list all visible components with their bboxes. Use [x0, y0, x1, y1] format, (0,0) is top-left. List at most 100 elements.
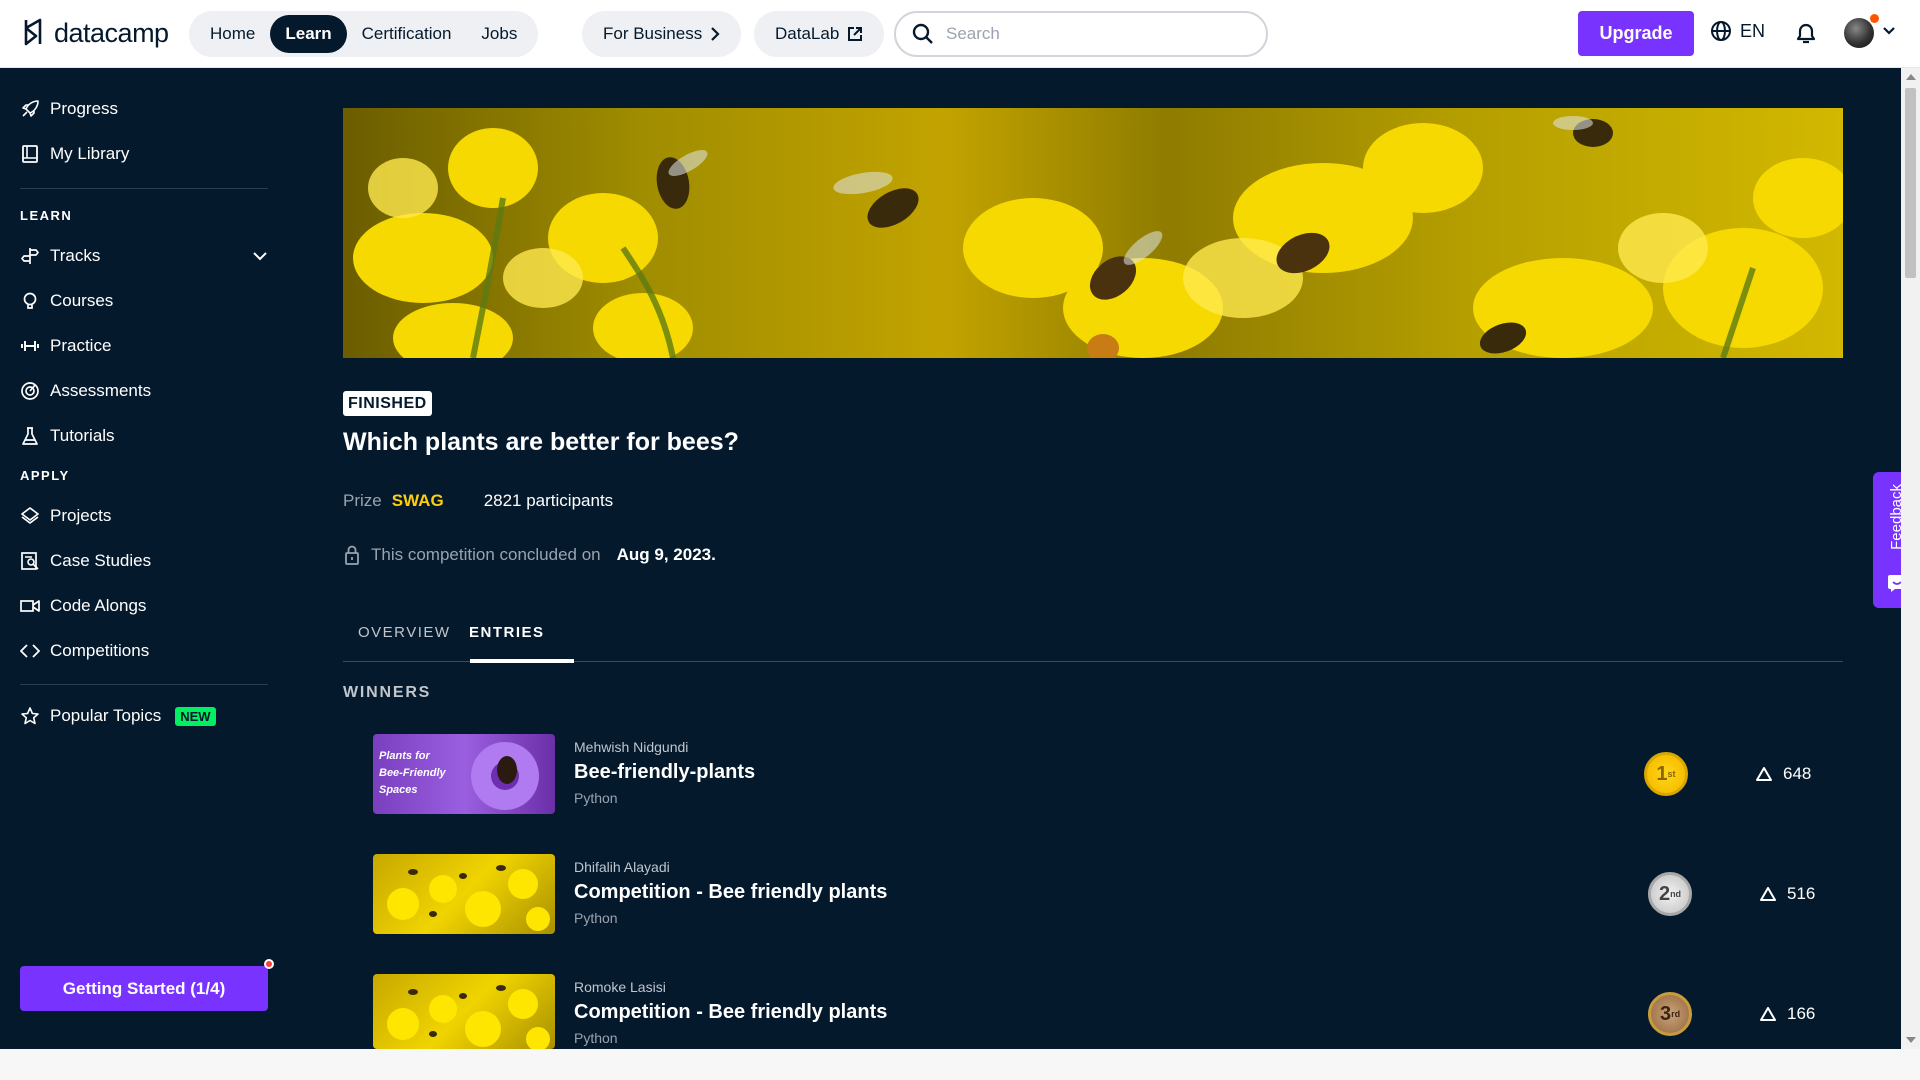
sidebar-item-progress[interactable]: Progress: [20, 99, 118, 119]
thumbnail-caption: Plants for Bee-Friendly Spaces: [379, 750, 446, 796]
sidebar-label-courses: Courses: [50, 291, 114, 310]
sidebar-divider: [20, 684, 268, 685]
nav-learn[interactable]: Learn: [270, 15, 347, 53]
bees-flowers-image: [387, 985, 550, 1049]
page-scrollbar[interactable]: [1901, 68, 1920, 1049]
sidebar-label-tutorials: Tutorials: [50, 426, 115, 445]
search-input[interactable]: [946, 24, 1246, 44]
sidebar-section-apply: APPLY: [20, 468, 70, 483]
top-navigation-bar: datacamp Home Learn Certification Jobs F…: [0, 0, 1920, 68]
upvote-button[interactable]: 648: [1755, 764, 1811, 784]
bell-icon: [1796, 23, 1816, 44]
sidebar-item-popular-topics[interactable]: Popular Topics NEW: [20, 706, 216, 726]
for-business-label: For Business: [603, 24, 703, 43]
sidebar-item-code-alongs[interactable]: Code Alongs: [20, 596, 146, 616]
rocket-icon: [22, 100, 39, 117]
chevron-down-icon[interactable]: [252, 250, 268, 262]
nav-jobs[interactable]: Jobs: [466, 15, 532, 53]
upvote-button[interactable]: 516: [1759, 884, 1815, 904]
bees-on-flowers-illustration: [353, 116, 1843, 358]
sidebar-section-learn: LEARN: [20, 208, 73, 223]
gauge-icon: [21, 382, 39, 400]
sidebar-item-assessments[interactable]: Assessments: [20, 381, 151, 401]
flask-icon: [22, 427, 38, 445]
dumbbell-icon: [21, 341, 39, 351]
nav-datalab[interactable]: DataLab: [760, 15, 878, 53]
logo-text: datacamp: [54, 17, 169, 48]
page-title: Which plants are better for bees?: [343, 428, 739, 456]
sidebar-label-tracks: Tracks: [50, 246, 101, 265]
window-bottom-strip: [0, 1049, 1920, 1080]
datacamp-logo[interactable]: datacamp: [22, 16, 169, 50]
notifications-button[interactable]: [1794, 20, 1818, 51]
language-label: EN: [1740, 20, 1766, 41]
notification-dot: [1870, 14, 1879, 23]
nav-for-business[interactable]: For Business: [588, 15, 735, 53]
user-avatar[interactable]: [1844, 18, 1874, 48]
concluded-date: Aug 9, 2023.: [616, 545, 716, 564]
sidebar-item-competitions[interactable]: Competitions: [20, 641, 149, 661]
for-business-group: For Business: [582, 11, 742, 57]
entry-thumbnail: [373, 854, 555, 934]
sidebar-item-my-library[interactable]: My Library: [20, 144, 129, 164]
entry-language: Python: [574, 910, 618, 926]
nav-home[interactable]: Home: [195, 15, 270, 53]
code-brackets-icon: [20, 644, 40, 658]
sidebar-item-tutorials[interactable]: Tutorials: [20, 426, 115, 446]
medal-rank: 3: [1659, 1002, 1672, 1025]
search-box[interactable]: [894, 11, 1268, 57]
entry-title[interactable]: Competition - Bee friendly plants: [574, 1001, 887, 1024]
entry-author: Dhifalih Alayadi: [574, 859, 670, 875]
getting-started-button[interactable]: Getting Started (1/4): [20, 966, 268, 1011]
layers-icon: [21, 507, 39, 524]
video-icon: [20, 600, 40, 612]
sidebar-item-practice[interactable]: Practice: [20, 336, 111, 356]
chevron-down-icon[interactable]: [1882, 26, 1896, 36]
upvote-button[interactable]: 166: [1759, 1004, 1815, 1024]
prize-label: Prize: [343, 491, 382, 510]
prize-value: SWAG: [391, 491, 444, 510]
sidebar: Progress My Library LEARN Tracks Courses…: [0, 68, 290, 1049]
scroll-down-arrow[interactable]: [1906, 1037, 1916, 1043]
entry-author: Romoke Lasisi: [574, 979, 666, 995]
entry-title[interactable]: Bee-friendly-plants: [574, 761, 755, 784]
first-place-medal: 1st: [1644, 752, 1688, 796]
sidebar-label-case-studies: Case Studies: [50, 551, 152, 570]
scroll-thumb[interactable]: [1905, 88, 1916, 278]
tab-overview[interactable]: OVERVIEW: [358, 624, 451, 641]
sidebar-item-case-studies[interactable]: Case Studies: [20, 551, 151, 571]
sidebar-item-tracks[interactable]: Tracks: [20, 246, 268, 266]
winner-entry[interactable]: Dhifalih Alayadi Competition - Bee frien…: [373, 854, 1823, 936]
scroll-up-arrow[interactable]: [1906, 74, 1916, 80]
search-icon: [912, 23, 933, 44]
sidebar-item-projects[interactable]: Projects: [20, 506, 111, 526]
upvote-triangle-icon: [1760, 1007, 1776, 1021]
competition-tabs: OVERVIEW ENTRIES: [343, 614, 1843, 662]
upvote-triangle-icon: [1760, 887, 1776, 901]
winner-entry[interactable]: Romoke Lasisi Competition - Bee friendly…: [373, 974, 1823, 1056]
signpost-icon: [21, 248, 39, 264]
upgrade-button[interactable]: Upgrade: [1578, 11, 1694, 56]
sidebar-label-projects: Projects: [50, 506, 112, 525]
medal-rank-suffix: st: [1667, 769, 1676, 779]
winners-heading: WINNERS: [343, 684, 432, 701]
book-icon: [22, 145, 38, 163]
sidebar-label-competitions: Competitions: [50, 641, 150, 660]
sidebar-label-my-library: My Library: [50, 144, 130, 163]
datalab-group: DataLab: [754, 11, 885, 57]
winner-entry[interactable]: Plants for Bee-Friendly Spaces Mehwish N…: [373, 734, 1823, 816]
case-study-icon: [21, 552, 39, 570]
datacamp-logo-icon: [24, 18, 42, 46]
sidebar-item-courses[interactable]: Courses: [20, 291, 113, 311]
chevron-right-icon: [711, 27, 720, 41]
active-tab-indicator: [470, 659, 574, 663]
vote-count: 166: [1787, 1004, 1816, 1023]
entry-title[interactable]: Competition - Bee friendly plants: [574, 881, 887, 904]
tab-entries[interactable]: ENTRIES: [469, 624, 545, 641]
new-badge: NEW: [175, 706, 216, 726]
sidebar-label-practice: Practice: [50, 336, 112, 355]
nav-certification[interactable]: Certification: [347, 15, 467, 53]
sidebar-label-progress: Progress: [50, 99, 119, 118]
third-place-medal: 3rd: [1648, 992, 1692, 1036]
language-selector[interactable]: EN: [1710, 20, 1765, 42]
